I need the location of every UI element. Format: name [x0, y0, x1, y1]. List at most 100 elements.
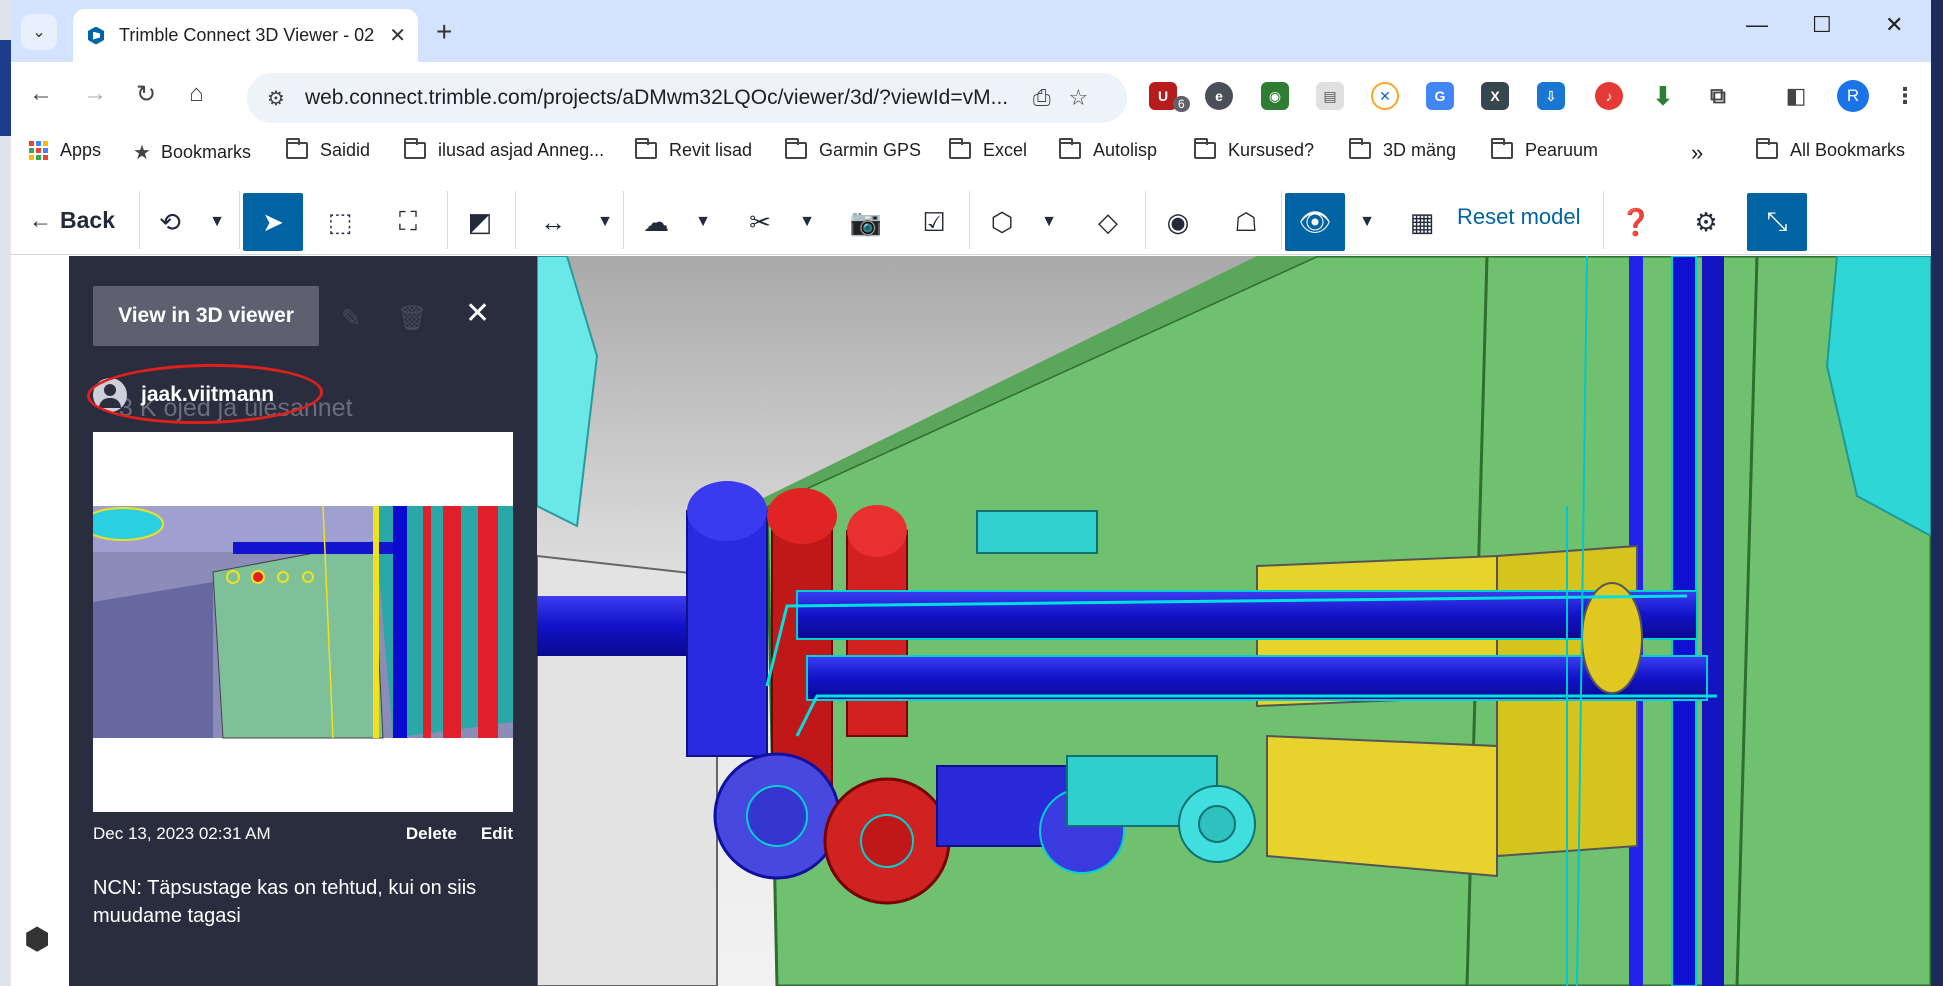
- add-todo-icon[interactable]: ☑: [905, 193, 963, 251]
- section-box-icon[interactable]: ⬡: [973, 193, 1031, 251]
- bookmark-all-bookmarks[interactable]: All Bookmarks: [1756, 138, 1905, 161]
- folder-icon: [949, 138, 971, 159]
- edit-link[interactable]: Edit: [481, 824, 513, 844]
- extension-music-icon[interactable]: ♪: [1595, 82, 1623, 110]
- show-hide-eye-icon[interactable]: 👁: [1285, 193, 1345, 251]
- bookmark-autolisp[interactable]: Autolisp: [1059, 138, 1157, 161]
- help-icon[interactable]: ❓: [1607, 193, 1665, 251]
- trimble-favicon-icon: [85, 25, 107, 47]
- bookmark-excel[interactable]: Excel: [949, 138, 1027, 161]
- install-app-icon[interactable]: ⎙: [1033, 85, 1051, 111]
- cloud-markup-icon[interactable]: ☁: [627, 193, 685, 251]
- folder-icon: [1194, 138, 1216, 159]
- extension-compass-icon[interactable]: ✕: [1371, 82, 1399, 110]
- measure-dropdown-chevron-icon[interactable]: ▼: [587, 193, 623, 251]
- comment-meta: Dec 13, 2023 02:31 AM Delete Edit: [93, 824, 513, 844]
- section-dropdown-chevron-icon[interactable]: ▼: [1031, 193, 1067, 251]
- bookmark-3d-mang[interactable]: 3D mäng: [1349, 138, 1456, 161]
- bookmark-ilusad-asjad[interactable]: ilusad asjad Anneg...: [404, 138, 604, 161]
- box-select-icon[interactable]: ⬚: [311, 193, 369, 251]
- reset-model-button[interactable]: Reset model: [1457, 204, 1581, 230]
- extension-download-arrow-icon[interactable]: ⬇: [1649, 81, 1677, 111]
- apps-grid-icon: [29, 141, 48, 160]
- extension-e-icon[interactable]: e: [1205, 82, 1233, 110]
- screen: ⌄ Trimble Connect 3D Viewer - 02 ✕ + — ☐…: [0, 0, 1943, 986]
- 3d-model-render: [537, 256, 1931, 986]
- orbit-tool-icon[interactable]: ⟲: [141, 193, 199, 251]
- bookmark-kursused[interactable]: Kursused?: [1194, 138, 1314, 161]
- comment-body: NCN: Täpsustage kas on tehtud, kui on si…: [93, 877, 477, 927]
- bookmark-saidid[interactable]: Saidid: [286, 138, 370, 161]
- reload-icon[interactable]: ↻: [136, 80, 156, 109]
- bookmark-garmin-gps[interactable]: Garmin GPS: [785, 138, 921, 161]
- model-tree-cube-icon[interactable]: ⬢: [24, 922, 50, 957]
- extension-badge: 6: [1173, 96, 1190, 112]
- clip-dropdown-chevron-icon[interactable]: ▼: [789, 193, 825, 251]
- bookmark-star-icon[interactable]: ☆: [1069, 85, 1089, 111]
- exit-fullscreen-icon[interactable]: ⤡: [1747, 193, 1807, 251]
- folder-icon: [1059, 138, 1081, 159]
- forward-arrow-icon[interactable]: →: [83, 80, 107, 108]
- viewer-toolbar: ← Back ⟲ ▼ ➤ ⬚ ⛶ ◩ ↔ ▼ ☁ ▼ ✂ ▼ 📷 ☑ ⬡ ▼ ◇ …: [11, 183, 1931, 255]
- clip-scissors-icon[interactable]: ✂: [731, 193, 789, 251]
- delete-trash-icon[interactable]: 🗑: [397, 304, 427, 333]
- bookmark-revit-lisad[interactable]: Revit lisad: [635, 138, 752, 161]
- tab-title: Trimble Connect 3D Viewer - 02: [119, 25, 375, 45]
- bookmark-bookmarks[interactable]: ★ Bookmarks: [133, 140, 251, 165]
- tab-search-chevron-icon[interactable]: ⌄: [21, 14, 57, 50]
- tab-close-icon[interactable]: ✕: [389, 23, 406, 48]
- edit-pencil-icon[interactable]: ✎: [341, 304, 361, 333]
- add-snapshot-camera-icon[interactable]: 📷: [837, 193, 895, 251]
- extensions-puzzle-icon[interactable]: ⧉: [1704, 82, 1732, 110]
- delete-link[interactable]: Delete: [406, 824, 457, 844]
- home-icon[interactable]: ⌂: [189, 80, 204, 108]
- comment-detail-panel: View in 3D viewer ✎ 🗑 ✕ 3 K öjed ja üles…: [69, 256, 537, 986]
- bookmark-apps[interactable]: Apps: [29, 140, 101, 161]
- folder-icon: [404, 138, 426, 159]
- select-tool-icon[interactable]: ➤: [243, 193, 303, 251]
- settings-gear-icon[interactable]: ⚙: [1677, 193, 1735, 251]
- extension-robot-icon[interactable]: ◉: [1261, 82, 1289, 110]
- comment-snapshot-image[interactable]: [93, 432, 513, 812]
- maximize-icon[interactable]: ☐: [1812, 12, 1832, 38]
- address-bar[interactable]: ⚙ web.connect.trimble.com/projects/aDMwm…: [247, 73, 1127, 123]
- site-info-icon[interactable]: ⚙: [267, 86, 285, 111]
- extension-x-icon[interactable]: X: [1481, 82, 1509, 110]
- active-tab[interactable]: Trimble Connect 3D Viewer - 02 ✕: [73, 9, 418, 62]
- side-panel-icon[interactable]: ◧: [1782, 82, 1810, 110]
- navigation-bar: ← → ↻ ⌂ ⚙ web.connect.trimble.com/projec…: [11, 62, 1931, 130]
- eye-dropdown-chevron-icon[interactable]: ▼: [1349, 193, 1385, 251]
- star-icon: ★: [133, 142, 151, 164]
- arrow-left-icon: ←: [29, 207, 52, 233]
- back-button[interactable]: ← Back: [29, 207, 115, 234]
- fit-to-view-icon[interactable]: ⛶: [379, 193, 437, 251]
- left-sidebar: [11, 256, 69, 986]
- cube-view-icon[interactable]: ◇: [1079, 193, 1137, 251]
- view-in-3d-viewer-button[interactable]: View in 3D viewer: [93, 286, 319, 346]
- orbit-dropdown-chevron-icon[interactable]: ▼: [199, 193, 235, 251]
- markup-edit-icon[interactable]: ◩: [451, 193, 509, 251]
- visibility-filter-icon[interactable]: ◉: [1149, 193, 1207, 251]
- ghost-mode-icon[interactable]: ☖: [1217, 193, 1275, 251]
- cloud-dropdown-chevron-icon[interactable]: ▼: [685, 193, 721, 251]
- close-panel-icon[interactable]: ✕: [465, 296, 490, 331]
- folder-icon: [1491, 138, 1513, 159]
- browser-menu-icon[interactable]: ⋮: [1891, 82, 1919, 110]
- extension-download-box-icon[interactable]: ⇩: [1537, 82, 1565, 110]
- window-close-icon[interactable]: ✕: [1885, 12, 1903, 38]
- folder-icon: [1756, 138, 1778, 159]
- transparency-icon[interactable]: ▦: [1393, 193, 1451, 251]
- extension-document-icon[interactable]: ▤: [1316, 82, 1344, 110]
- measure-tool-icon[interactable]: ↔: [519, 193, 587, 251]
- google-translate-icon[interactable]: G: [1426, 82, 1454, 110]
- 3d-viewport[interactable]: [537, 256, 1931, 986]
- folder-icon: [1349, 138, 1371, 159]
- minimize-icon[interactable]: —: [1746, 12, 1768, 38]
- bookmarks-overflow-icon[interactable]: »: [1691, 140, 1703, 166]
- bookmark-pearuum[interactable]: Pearuum: [1491, 138, 1598, 161]
- back-arrow-icon[interactable]: ←: [29, 80, 53, 108]
- desktop-left-edge: [0, 0, 11, 986]
- title-bar: ⌄ Trimble Connect 3D Viewer - 02 ✕ + — ☐…: [11, 0, 1931, 62]
- profile-avatar[interactable]: R: [1837, 80, 1869, 112]
- new-tab-plus-icon[interactable]: +: [436, 16, 452, 48]
